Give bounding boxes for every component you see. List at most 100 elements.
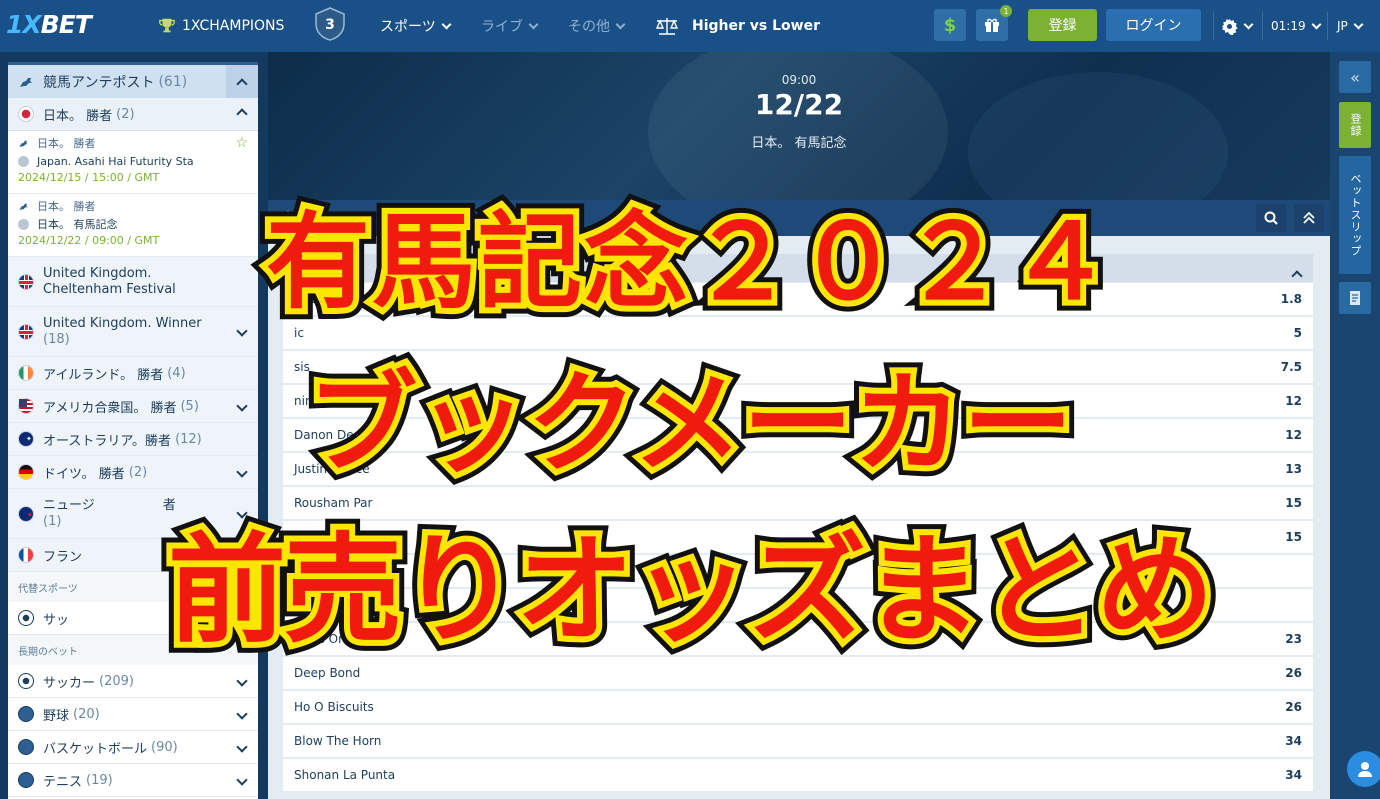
runner-name: Ho O Biscuits [294, 700, 374, 714]
sidebar-item-count: (209) [99, 673, 134, 689]
scales-icon [655, 18, 679, 35]
chevron-down-icon [1243, 19, 1254, 29]
overlay-line3-text: 前売りオッズまとめ [167, 521, 1214, 659]
sidebar-item-soccer[interactable]: サッカー (209) [8, 665, 258, 698]
gift-icon [985, 18, 999, 32]
divider [1262, 12, 1263, 40]
app-root: 1XBET 1XCHAMPIONS 3 スポーツ ライブ その他 Higher … [0, 0, 1380, 799]
expand-toggle[interactable] [236, 707, 248, 722]
gift-button[interactable]: 1 [976, 5, 1012, 41]
nav-champions[interactable]: 1XCHAMPIONS [158, 0, 284, 52]
event-league: 日本。 勝者 [37, 137, 96, 150]
odds-value[interactable]: 26 [1285, 700, 1302, 714]
nav-sports[interactable]: スポーツ [380, 0, 452, 52]
logo-prefix: 1X [6, 10, 42, 39]
chevron-down-icon [1311, 19, 1322, 29]
chat-support-button[interactable] [1347, 751, 1380, 787]
odds-row[interactable]: Shonan La Punta 34 [283, 759, 1313, 793]
nav-live[interactable]: ライブ [481, 0, 539, 52]
chevron-down-icon [236, 674, 248, 687]
overlay-title-line3: 前売りオッズまとめ 前売りオッズまとめ 前売りオッズまとめ [0, 494, 1380, 670]
expand-toggle[interactable] [236, 773, 248, 788]
chevron-up-icon [236, 108, 248, 120]
nav-other-label: その他 [568, 19, 610, 35]
sidebar-header-antepost[interactable]: 競馬アンテポスト (61) [8, 62, 258, 98]
sidebar-header-label: 競馬アンテポスト [43, 74, 155, 91]
sidebar-item-basketball[interactable]: バスケットボール (90) [8, 731, 258, 764]
nav-champions-label: 1XCHAMPIONS [182, 18, 285, 34]
favorite-star-icon[interactable]: ☆ [235, 135, 248, 151]
event-icon [18, 155, 29, 167]
overlay-line2-text: ブックメーカー [307, 360, 1073, 488]
top-navigation-bar: 1XBET 1XCHAMPIONS 3 スポーツ ライブ その他 Higher … [0, 0, 1380, 52]
divider [1327, 12, 1328, 40]
dollar-icon: $ [943, 14, 957, 36]
horse-icon [20, 77, 32, 87]
deposit-button[interactable]: $ [934, 9, 966, 41]
sidebar-item-count: (2) [116, 106, 135, 122]
hero-event-name: 日本。 有馬記念 [751, 136, 847, 151]
divider [1213, 12, 1214, 40]
sidebar-item-japan-winner[interactable]: 日本。 勝者 (2) [8, 98, 258, 131]
tennis-ball-icon [18, 772, 34, 788]
baseball-icon [18, 706, 34, 722]
overlay-title-line1: 有馬記念２０２４ 有馬記念２０２４ 有馬記念２０２４ [0, 177, 1380, 334]
collapse-rail-button[interactable]: « [1339, 61, 1371, 93]
sidebar-item-label: テニス [43, 774, 83, 790]
event-name: Japan. Asahi Hai Futurity Sta [37, 154, 194, 168]
chevron-down-icon [441, 19, 452, 29]
rail-register-button[interactable]: 登録 [1339, 102, 1371, 148]
hero-time: 09:00 [781, 73, 817, 87]
level-badge-icon[interactable]: 3 [312, 6, 348, 42]
nav-other[interactable]: その他 [568, 0, 626, 52]
odds-value[interactable]: 26 [1285, 666, 1302, 680]
runner-name: Shonan La Punta [294, 768, 396, 782]
overlay-title-line2: ブックメーカー ブックメーカー ブックメーカー [0, 334, 1380, 499]
collapse-toggle[interactable] [236, 106, 248, 122]
chevron-up-icon [236, 77, 248, 90]
nav-live-label: ライブ [481, 19, 523, 35]
nav-higher-lower-label: Higher vs Lower [692, 18, 820, 34]
brand-logo[interactable]: 1XBET [6, 10, 92, 39]
expand-toggle[interactable] [236, 674, 248, 689]
nav-sports-label: スポーツ [380, 19, 436, 35]
register-button[interactable]: 登録 [1028, 9, 1097, 41]
sidebar-item-label: 野球 [43, 708, 70, 724]
chevron-down-icon [528, 19, 539, 29]
chevron-down-icon [615, 19, 626, 29]
odds-value[interactable]: 34 [1285, 734, 1302, 748]
clock-label: 01:19 [1271, 19, 1306, 33]
language-selector[interactable]: JP [1337, 0, 1364, 52]
japan-flag-icon [18, 106, 34, 122]
sidebar-item-label: バスケットボール [43, 741, 148, 757]
level-badge-number: 3 [325, 17, 335, 33]
sidebar-item-tennis[interactable]: テニス (19) [8, 764, 258, 797]
runner-name: Deep Bond [294, 666, 361, 680]
sidebar-item-count: (19) [86, 772, 113, 788]
sidebar-header-count: (61) [158, 73, 188, 90]
sidebar-item-label: 日本。 勝者 [43, 108, 113, 124]
login-button[interactable]: ログイン [1106, 9, 1201, 41]
gift-count-badge: 1 [1000, 5, 1012, 17]
nav-higher-lower[interactable]: Higher vs Lower [654, 0, 820, 52]
horse-icon [19, 140, 28, 147]
chevron-down-icon [236, 740, 248, 753]
overlay-line1-text: 有馬記念２０２４ [265, 201, 1114, 323]
basketball-icon [18, 739, 34, 755]
soccer-ball-icon [18, 673, 34, 689]
sidebar-item-baseball[interactable]: 野球 (20) [8, 698, 258, 731]
collapse-toggle[interactable] [226, 65, 258, 98]
settings-button[interactable] [1221, 0, 1254, 52]
clock-selector[interactable]: 01:19 [1271, 0, 1322, 52]
odds-row[interactable]: Ho O Biscuits 26 [283, 691, 1313, 725]
expand-toggle[interactable] [236, 740, 248, 755]
chevron-down-icon [236, 707, 248, 720]
chevron-down-icon [1353, 19, 1364, 29]
runner-name: Blow The Horn [294, 734, 382, 748]
gear-icon [1221, 18, 1238, 35]
odds-row[interactable]: Blow The Horn 34 [283, 725, 1313, 759]
trophy-icon [159, 18, 175, 33]
hero-date: 12/22 [754, 88, 844, 121]
odds-value[interactable]: 34 [1285, 768, 1302, 782]
language-label: JP [1337, 19, 1348, 33]
